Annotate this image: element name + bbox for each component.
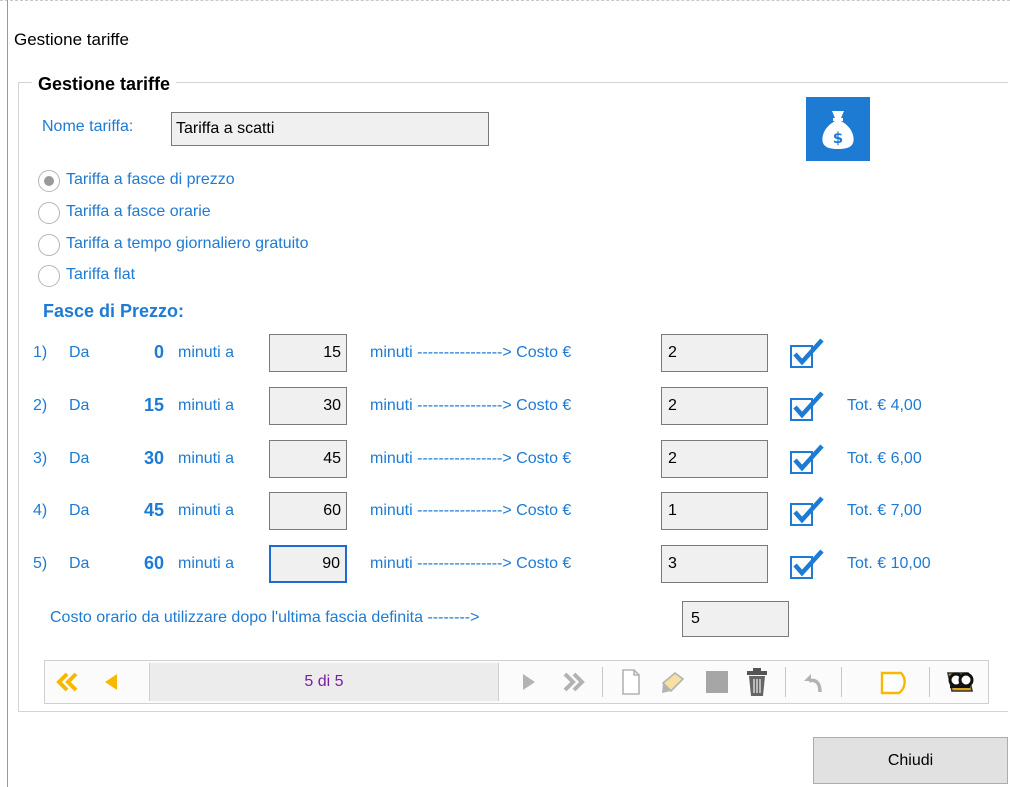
radio-button[interactable]: [38, 234, 60, 256]
band-to-input[interactable]: [269, 440, 347, 478]
money-bag-icon: $: [806, 97, 870, 161]
price-band-row: 4) Da 45 minuti a minuti ----------------> C…: [0, 492, 1010, 532]
price-band-row: 5) Da 60 minuti a minuti ----------------> C…: [0, 545, 1010, 585]
band-enabled-checkbox[interactable]: [790, 496, 824, 526]
band-from-value: 0: [153, 342, 164, 362]
after-last-band-cost-input[interactable]: [682, 601, 789, 637]
band-to-label: minuti a: [178, 397, 235, 414]
band-cost-input[interactable]: [661, 440, 768, 478]
band-index: 3): [33, 450, 48, 467]
band-from-value: 30: [143, 448, 164, 468]
radio-button[interactable]: [38, 265, 60, 287]
new-record-icon[interactable]: [615, 661, 647, 703]
checkmark-icon: [790, 338, 824, 368]
band-from-label: Da: [69, 397, 90, 414]
checkmark-icon: [790, 444, 824, 474]
search-icon[interactable]: [939, 661, 979, 703]
band-cost-input[interactable]: [661, 492, 768, 530]
band-to-input[interactable]: [269, 545, 347, 583]
window-title: Gestione tariffe: [14, 30, 129, 49]
navigator-separator: [841, 667, 842, 697]
previous-record-icon[interactable]: [97, 661, 125, 703]
tariff-name-label: Nome tariffa:: [42, 118, 134, 135]
price-bands-title: Fasce di Prezzo:: [43, 301, 185, 321]
band-to-input[interactable]: [269, 492, 347, 530]
band-index: 2): [33, 397, 48, 414]
band-cost-label: minuti ----------------> Costo €: [370, 502, 572, 519]
band-cost-label: minuti ----------------> Costo €: [370, 555, 572, 572]
navigator-separator: [602, 667, 603, 697]
close-button[interactable]: Chiudi: [813, 737, 1008, 784]
band-from-label: Da: [69, 344, 90, 361]
delete-record-icon[interactable]: [741, 661, 773, 703]
next-record-icon[interactable]: [515, 661, 543, 703]
band-from-label: Da: [69, 555, 90, 572]
svg-text:$: $: [833, 129, 843, 147]
band-total: Tot. € 6,00: [847, 450, 922, 467]
radio-button[interactable]: [38, 202, 60, 224]
band-enabled-checkbox[interactable]: [790, 391, 824, 421]
checkmark-icon: [790, 549, 824, 579]
price-band-row: 3) Da 30 minuti a minuti ----------------> C…: [0, 440, 1010, 480]
band-cost-label: minuti ----------------> Costo €: [370, 450, 572, 467]
edit-record-icon[interactable]: [657, 661, 689, 703]
band-to-label: minuti a: [178, 555, 235, 572]
band-cost-label: minuti ----------------> Costo €: [370, 344, 572, 361]
tariff-name-input[interactable]: [171, 112, 489, 146]
radio-label: Tariffa a fasce di prezzo: [66, 171, 235, 188]
radio-label: Tariffa a fasce orarie: [66, 203, 211, 220]
window-top-edge: [0, 0, 1010, 1]
band-enabled-checkbox[interactable]: [790, 338, 824, 368]
band-from-value: 15: [143, 395, 164, 415]
record-navigator: 5 di 5: [44, 660, 989, 704]
radio-label: Tariffa flat: [66, 266, 136, 283]
band-index: 1): [33, 344, 48, 361]
band-to-label: minuti a: [178, 344, 235, 361]
navigator-separator: [785, 667, 786, 697]
price-band-row: 1) Da 0 minuti a minuti ----------------> Co…: [0, 334, 1010, 374]
band-to-label: minuti a: [178, 502, 235, 519]
band-from-value: 60: [143, 553, 164, 573]
save-record-icon[interactable]: [701, 661, 733, 703]
band-to-input[interactable]: [269, 334, 347, 372]
band-from-value: 45: [143, 500, 164, 520]
checkmark-icon: [790, 391, 824, 421]
band-total: Tot. € 7,00: [847, 502, 922, 519]
radio-label: Tariffa a tempo giornaliero gratuito: [66, 235, 309, 252]
band-index: 4): [33, 502, 48, 519]
navigator-separator: [929, 667, 930, 697]
refresh-icon[interactable]: [877, 661, 913, 703]
band-cost-input[interactable]: [661, 334, 768, 372]
band-to-input[interactable]: [269, 387, 347, 425]
band-enabled-checkbox[interactable]: [790, 549, 824, 579]
band-from-label: Da: [69, 502, 90, 519]
price-band-row: 2) Da 15 minuti a minuti ----------------> C…: [0, 387, 1010, 427]
band-cost-input[interactable]: [661, 545, 768, 583]
band-total: Tot. € 4,00: [847, 397, 922, 414]
band-index: 5): [33, 555, 48, 572]
band-to-label: minuti a: [178, 450, 235, 467]
after-last-band-label: Costo orario da utilizzare dopo l'ultima…: [50, 609, 480, 626]
group-legend: Gestione tariffe: [32, 74, 177, 95]
radio-button[interactable]: [38, 170, 60, 192]
band-cost-label: minuti ----------------> Costo €: [370, 397, 572, 414]
first-record-icon[interactable]: [53, 661, 85, 703]
band-enabled-checkbox[interactable]: [790, 444, 824, 474]
undo-icon[interactable]: [797, 661, 829, 703]
last-record-icon[interactable]: [555, 661, 589, 703]
checkmark-icon: [790, 496, 824, 526]
band-from-label: Da: [69, 450, 90, 467]
record-position: 5 di 5: [149, 663, 499, 701]
band-total: Tot. € 10,00: [847, 555, 931, 572]
band-cost-input[interactable]: [661, 387, 768, 425]
